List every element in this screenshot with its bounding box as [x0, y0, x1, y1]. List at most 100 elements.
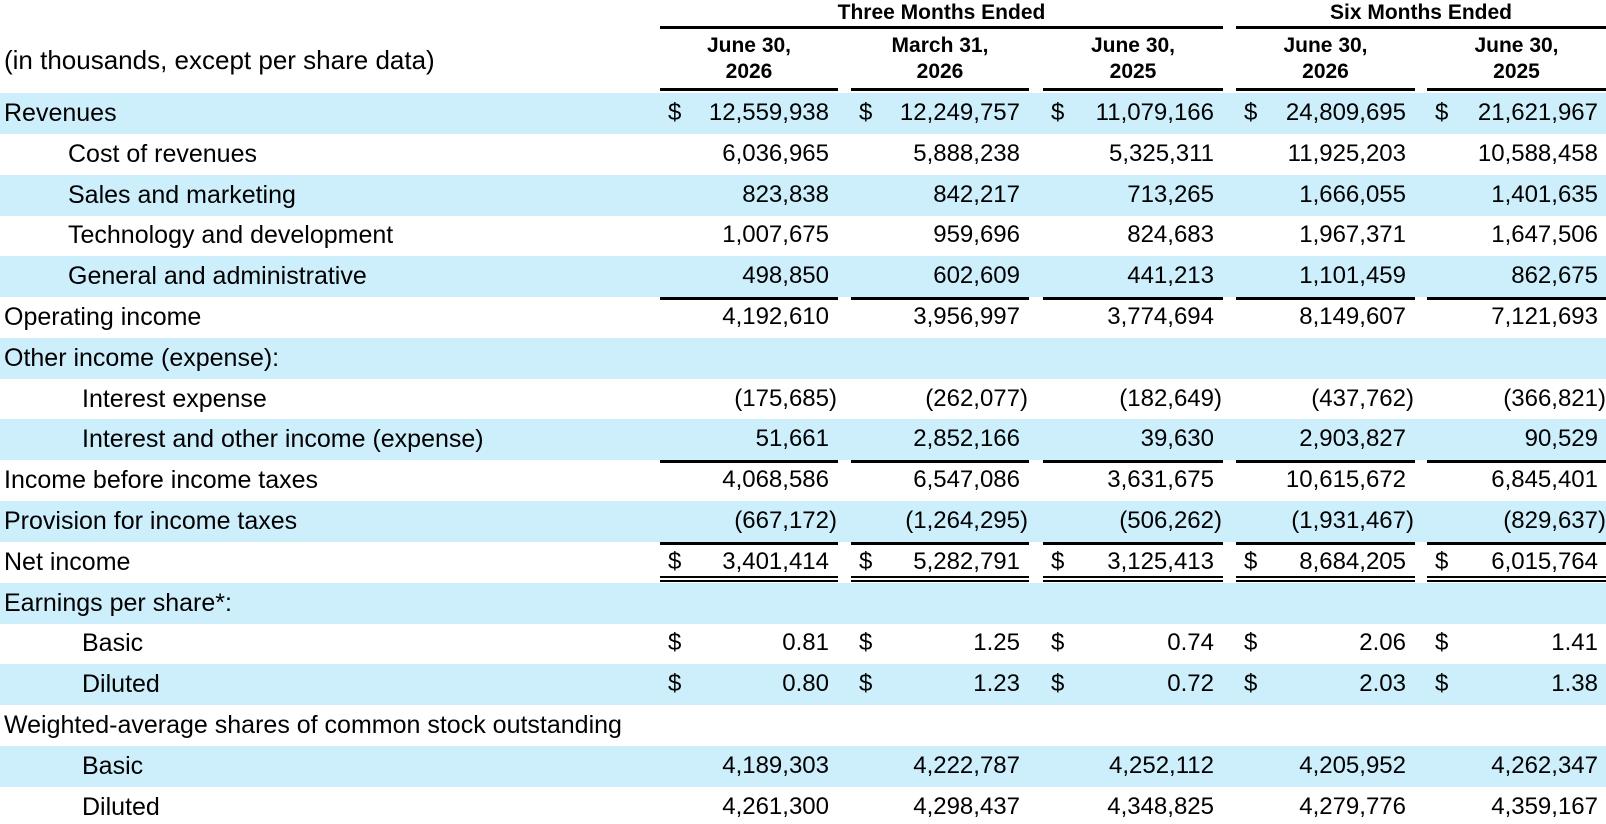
group-header-six-months: Six Months Ended — [1236, 0, 1606, 29]
column-header-h1-2025: June 30, 2025 — [1427, 33, 1606, 91]
table-row: Basic $0.81 $1.25 $0.74 $2.06 $1.41 — [0, 623, 1606, 664]
currency-symbol: $ — [1051, 629, 1065, 657]
column-header-line2: 2025 — [1109, 60, 1157, 83]
cell-value: 1,666,055 — [1299, 180, 1406, 208]
currency-symbol: $ — [859, 99, 873, 126]
cell-value: 3,956,997 — [913, 303, 1020, 330]
value-cell: 39,630 — [1043, 419, 1223, 459]
value-cell: 4,222,787 — [851, 746, 1029, 786]
column-header-q1-2026: March 31, 2026 — [851, 33, 1029, 91]
cell-value: 3,774,694 — [1107, 303, 1214, 330]
cell-value: 4,252,112 — [1109, 751, 1214, 779]
cell-value: 1.38 — [1551, 670, 1598, 698]
row-label: Operating income — [4, 303, 202, 331]
value-cell: 3,631,675 — [1043, 460, 1223, 500]
value-cell: 10,615,672 — [1236, 460, 1415, 500]
value-cell: 6,547,086 — [851, 460, 1029, 500]
value-cell: $0.80 — [660, 664, 838, 704]
currency-symbol: $ — [1244, 670, 1258, 698]
cell-value: 6,845,401 — [1491, 466, 1598, 494]
currency-symbol: $ — [859, 547, 873, 575]
cell-value: 4,068,586 — [722, 466, 829, 494]
cell-value: 824,683 — [1127, 221, 1214, 249]
value-cell: 1,101,459 — [1236, 256, 1415, 296]
cell-value: (175,685) — [734, 384, 837, 412]
column-header-line2: 2026 — [725, 60, 773, 83]
value-cell: (437,762) — [1236, 379, 1415, 419]
currency-symbol: $ — [1435, 629, 1449, 657]
table-row: General and administrative 498,850 602,609… — [0, 256, 1606, 298]
cell-value: 6,547,086 — [913, 466, 1020, 494]
value-cell: 441,213 — [1043, 256, 1223, 296]
value-cell: 90,529 — [1427, 419, 1606, 459]
table-row: Other income (expense): — [0, 337, 1606, 379]
value-cell: 1,401,635 — [1427, 175, 1606, 215]
cell-value: 6,036,965 — [722, 139, 829, 167]
cell-value: 842,217 — [933, 180, 1020, 208]
cell-value: 6,015,764 — [1491, 547, 1598, 575]
cell-value: 441,213 — [1127, 262, 1214, 290]
currency-symbol: $ — [1051, 547, 1065, 575]
value-cell: 3,774,694 — [1043, 297, 1223, 337]
value-cell: 7,121,693 — [1427, 297, 1606, 337]
table-row: Technology and development 1,007,675 959,6… — [0, 215, 1606, 256]
value-cell: 4,298,437 — [851, 787, 1029, 824]
currency-symbol: $ — [668, 670, 682, 698]
cell-value: 4,189,303 — [722, 751, 829, 779]
row-label: Basic — [82, 751, 144, 780]
value-cell: (667,172) — [660, 501, 838, 541]
currency-symbol: $ — [859, 629, 873, 657]
cell-value: 24,809,695 — [1285, 99, 1406, 126]
value-cell: $1.41 — [1427, 623, 1606, 663]
cell-value: 4,261,300 — [722, 792, 829, 820]
cell-value: (437,762) — [1311, 384, 1414, 412]
cell-value: 823,838 — [742, 180, 829, 208]
cell-value: 3,631,675 — [1107, 466, 1214, 494]
table-row: Provision for income taxes (667,172) (1,26… — [0, 501, 1606, 542]
value-cell: 10,588,458 — [1427, 134, 1606, 174]
cell-value: 12,249,757 — [899, 99, 1020, 126]
cell-value: (667,172) — [734, 507, 837, 534]
value-cell: 1,007,675 — [660, 215, 838, 255]
row-label: Diluted — [82, 792, 160, 821]
cell-value: 4,348,825 — [1107, 792, 1214, 820]
cell-value: (262,077) — [925, 384, 1028, 412]
value-cell: $21,621,967 — [1427, 93, 1606, 133]
column-header-q2-2026: June 30, 2026 — [660, 33, 838, 91]
cell-value: 4,279,776 — [1299, 792, 1406, 820]
cell-value: 1.25 — [973, 629, 1020, 657]
cell-value: 5,325,311 — [1109, 139, 1214, 167]
cell-value: 1,967,371 — [1299, 221, 1406, 249]
cell-value: 2,903,827 — [1299, 425, 1406, 453]
column-header-h1-2026: June 30, 2026 — [1236, 33, 1415, 91]
cell-value: 1,101,459 — [1299, 262, 1406, 290]
cell-value: (182,649) — [1119, 384, 1222, 412]
cell-value: (506,262) — [1119, 507, 1222, 534]
cell-value: (366,821) — [1503, 384, 1606, 412]
value-cell: $3,125,413 — [1043, 541, 1223, 582]
value-cell: $24,809,695 — [1236, 93, 1415, 133]
value-cell: 3,956,997 — [851, 297, 1029, 337]
value-cell: $2.03 — [1236, 664, 1415, 704]
cell-value: 2.06 — [1359, 629, 1406, 657]
value-cell: (1,264,295) — [851, 501, 1029, 541]
value-cell: 4,359,167 — [1427, 787, 1606, 824]
row-label: Basic — [82, 629, 144, 658]
cell-value: 21,621,967 — [1477, 99, 1598, 126]
value-cell: $12,249,757 — [851, 93, 1029, 133]
row-label: Other income (expense): — [4, 343, 280, 372]
cell-value: 498,850 — [742, 262, 829, 290]
cell-value: 1.23 — [973, 670, 1020, 698]
table-row: Diluted $0.80 $1.23 $0.72 $2.03 $1.38 — [0, 664, 1606, 706]
value-cell: 6,845,401 — [1427, 460, 1606, 500]
value-cell: 5,888,238 — [851, 134, 1029, 174]
value-cell: $8,684,205 — [1236, 541, 1415, 582]
table-row: Income before income taxes 4,068,586 6,547… — [0, 460, 1606, 501]
value-cell: 959,696 — [851, 215, 1029, 255]
column-header-line1: June 30, — [1283, 34, 1368, 57]
table-row: Revenues $12,559,938 $12,249,757 $11,079,16… — [0, 93, 1606, 134]
row-label: Income before income taxes — [4, 466, 319, 495]
unit-label: (in thousands, except per share data) — [4, 45, 435, 75]
currency-symbol: $ — [1051, 99, 1065, 126]
value-cell: 842,217 — [851, 175, 1029, 215]
